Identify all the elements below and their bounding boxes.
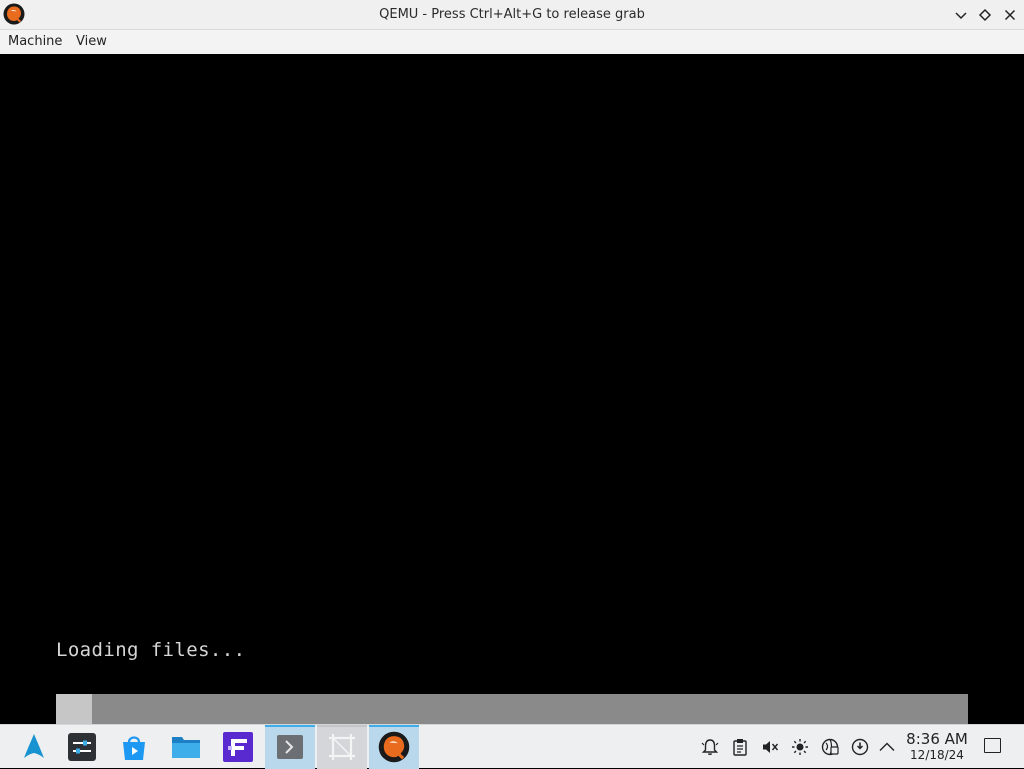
taskbar-screenshot[interactable] xyxy=(317,725,367,769)
menu-machine[interactable]: Machine xyxy=(4,30,66,54)
taskbar: 8:36 AM 12/18/24 xyxy=(0,724,1024,769)
system-settings-icon xyxy=(68,733,96,761)
network-icon[interactable] xyxy=(820,737,840,757)
notifications-icon[interactable] xyxy=(700,737,720,757)
update-icon[interactable] xyxy=(850,737,870,757)
minimize-icon[interactable] xyxy=(951,5,971,25)
volume-muted-icon[interactable] xyxy=(760,737,780,757)
file-manager-icon xyxy=(172,737,200,758)
title-bar[interactable]: QEMU - Press Ctrl+Alt+G to release grab xyxy=(0,0,1024,30)
menu-view[interactable]: View xyxy=(72,30,111,54)
guest-display[interactable]: Loading files... xyxy=(0,54,1024,724)
menu-bar: Machine View xyxy=(0,30,1024,54)
arch-linux-icon xyxy=(24,734,44,758)
taskbar-discover[interactable] xyxy=(109,725,159,769)
loading-progress-bar xyxy=(56,694,968,724)
expand-tray-icon[interactable] xyxy=(877,737,897,757)
taskbar-qemu[interactable] xyxy=(369,725,419,769)
screenshot-icon xyxy=(329,734,355,760)
discover-store-icon xyxy=(123,736,145,760)
taskbar-terminal[interactable] xyxy=(265,725,315,769)
application-launcher[interactable] xyxy=(9,725,59,769)
maximize-icon[interactable] xyxy=(975,5,995,25)
window-title: QEMU - Press Ctrl+Alt+G to release grab xyxy=(379,7,645,22)
fontforge-icon xyxy=(223,732,253,762)
loading-status-text: Loading files... xyxy=(56,639,246,661)
taskbar-file-manager[interactable] xyxy=(161,725,211,769)
progress-fill xyxy=(56,694,93,724)
taskbar-system-settings[interactable] xyxy=(57,725,107,769)
show-desktop-icon[interactable] xyxy=(984,738,1001,753)
clock-date[interactable]: 12/18/24 xyxy=(900,748,974,762)
qemu-icon xyxy=(378,731,410,763)
terminal-icon xyxy=(277,735,303,759)
clock-time[interactable]: 8:36 AM xyxy=(900,731,974,748)
taskbar-fontforge[interactable] xyxy=(213,725,263,769)
close-icon[interactable] xyxy=(1000,5,1020,25)
brightness-icon[interactable] xyxy=(790,737,810,757)
clipboard-icon[interactable] xyxy=(730,737,750,757)
